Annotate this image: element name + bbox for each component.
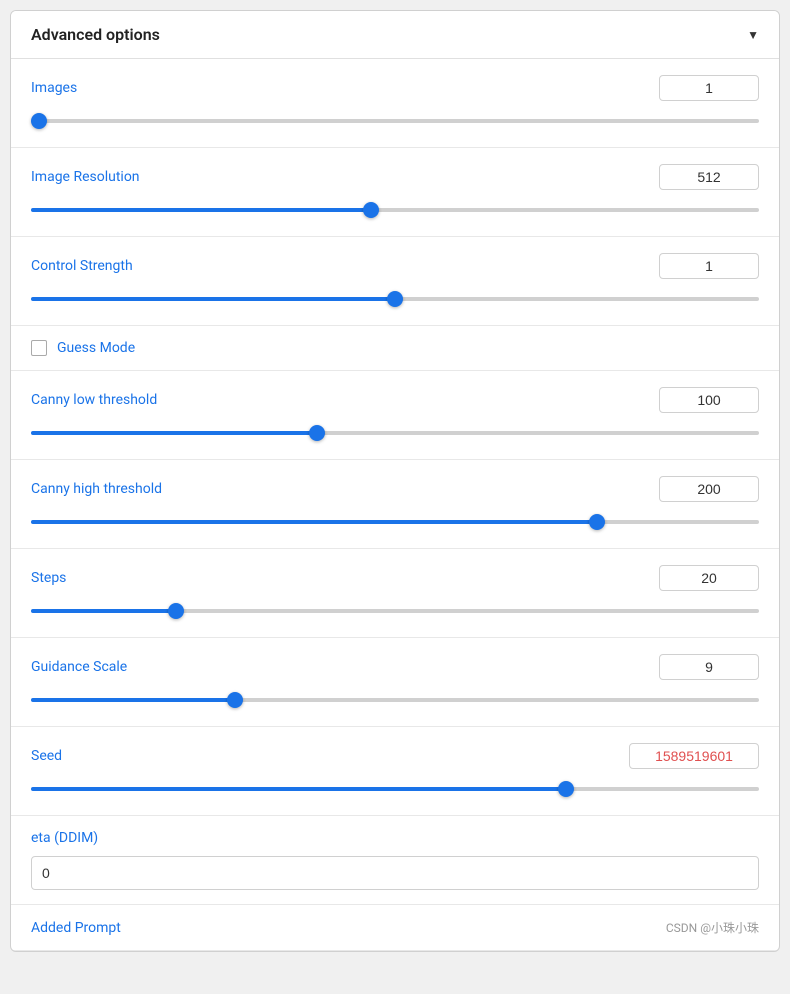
control-strength-value-input[interactable]: [659, 253, 759, 279]
eta-section: eta (DDIM): [11, 816, 779, 905]
image-resolution-value-input[interactable]: [659, 164, 759, 190]
canny-high-slider[interactable]: [31, 520, 759, 524]
canny-low-slider-container: [31, 423, 759, 443]
guidance-scale-field-row: Guidance Scale: [31, 654, 759, 680]
seed-slider[interactable]: [31, 787, 759, 791]
guidance-scale-slider[interactable]: [31, 698, 759, 702]
watermark-text: CSDN @小珠小珠: [666, 919, 759, 936]
guess-mode-label: Guess Mode: [57, 340, 135, 356]
canny-high-field-row: Canny high threshold: [31, 476, 759, 502]
guidance-scale-section: Guidance Scale: [11, 638, 779, 727]
control-strength-label: Control Strength: [31, 258, 133, 274]
images-section: Images: [11, 59, 779, 148]
collapse-arrow[interactable]: ▼: [747, 28, 759, 42]
canny-low-slider[interactable]: [31, 431, 759, 435]
seed-label: Seed: [31, 748, 62, 764]
seed-slider-container: [31, 779, 759, 799]
seed-value-input[interactable]: [629, 743, 759, 769]
control-strength-section: Control Strength: [11, 237, 779, 326]
images-label: Images: [31, 80, 77, 96]
seed-section: Seed: [11, 727, 779, 816]
canny-low-label: Canny low threshold: [31, 392, 157, 408]
steps-slider[interactable]: [31, 609, 759, 613]
steps-slider-container: [31, 601, 759, 621]
steps-value-input[interactable]: [659, 565, 759, 591]
image-resolution-section: Image Resolution: [11, 148, 779, 237]
guess-mode-section: Guess Mode: [11, 326, 779, 371]
canny-high-label: Canny high threshold: [31, 481, 162, 497]
images-slider-container: [31, 111, 759, 131]
canny-high-value-input[interactable]: [659, 476, 759, 502]
images-slider[interactable]: [31, 119, 759, 123]
images-field-row: Images: [31, 75, 759, 101]
images-value-input[interactable]: [659, 75, 759, 101]
canny-high-section: Canny high threshold: [11, 460, 779, 549]
canny-low-field-row: Canny low threshold: [31, 387, 759, 413]
panel-header[interactable]: Advanced options ▼: [11, 11, 779, 59]
steps-field-row: Steps: [31, 565, 759, 591]
seed-field-row: Seed: [31, 743, 759, 769]
canny-high-slider-container: [31, 512, 759, 532]
advanced-options-panel: Advanced options ▼ Images Image Resoluti…: [10, 10, 780, 952]
eta-input[interactable]: [31, 856, 759, 890]
steps-section: Steps: [11, 549, 779, 638]
added-prompt-label: Added Prompt: [31, 920, 121, 936]
guess-mode-checkbox[interactable]: [31, 340, 47, 356]
control-strength-slider-container: [31, 289, 759, 309]
canny-low-section: Canny low threshold: [11, 371, 779, 460]
image-resolution-field-row: Image Resolution: [31, 164, 759, 190]
steps-label: Steps: [31, 570, 66, 586]
control-strength-slider[interactable]: [31, 297, 759, 301]
eta-label: eta (DDIM): [31, 830, 759, 846]
image-resolution-slider[interactable]: [31, 208, 759, 212]
control-strength-field-row: Control Strength: [31, 253, 759, 279]
image-resolution-label: Image Resolution: [31, 169, 140, 185]
guidance-scale-label: Guidance Scale: [31, 659, 127, 675]
guidance-scale-slider-container: [31, 690, 759, 710]
image-resolution-slider-container: [31, 200, 759, 220]
canny-low-value-input[interactable]: [659, 387, 759, 413]
guidance-scale-value-input[interactable]: [659, 654, 759, 680]
added-prompt-section: Added Prompt CSDN @小珠小珠: [11, 905, 779, 951]
panel-title: Advanced options: [31, 25, 160, 44]
